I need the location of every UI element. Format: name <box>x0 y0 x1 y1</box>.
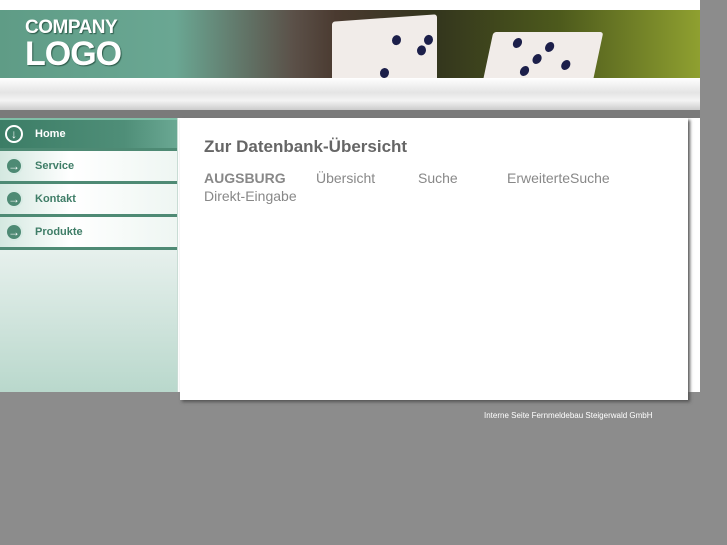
arrow-down-circle-icon: ↓ <box>5 125 23 143</box>
logo-line2: LOGO <box>25 35 122 73</box>
sidebar-item-label: Produkte <box>35 226 83 238</box>
link-direkt-eingabe[interactable]: Direkt-Eingabe <box>204 187 297 205</box>
company-logo[interactable]: COMPANY LOGO <box>25 18 122 73</box>
divider-strip <box>0 110 700 118</box>
sidebar-item-label: Home <box>35 128 66 140</box>
arrow-right-circle-icon: → <box>5 157 23 175</box>
sidebar-item-home[interactable]: ↓ Home <box>0 118 177 151</box>
silver-bar <box>0 78 700 110</box>
sidebar-item-kontakt[interactable]: → Kontakt <box>0 184 177 217</box>
header-banner: COMPANY LOGO <box>0 10 700 78</box>
sidebar-item-service[interactable]: → Service <box>0 151 177 184</box>
link-uebersicht[interactable]: Übersicht <box>316 169 418 187</box>
top-band <box>0 0 700 10</box>
sidebar-nav: ↓ Home → Service → Kontakt → Produkte <box>0 118 178 392</box>
dice-image <box>482 32 604 78</box>
footer-text: Interne Seite Fernmeldebau Steigerwald G… <box>484 411 653 420</box>
link-augsburg[interactable]: AUGSBURG <box>204 169 316 187</box>
sidebar-item-label: Kontakt <box>35 193 76 205</box>
sidebar-item-label: Service <box>35 160 75 172</box>
content-panel: Zur Datenbank-Übersicht AUGSBURG Übersich… <box>180 118 688 400</box>
page-title: Zur Datenbank-Übersicht <box>204 137 408 156</box>
database-links: AUGSBURG Übersicht Suche ErweiterteSuche Di… <box>204 169 664 205</box>
arrow-right-circle-icon: → <box>5 223 23 241</box>
link-suche[interactable]: Suche <box>418 169 507 187</box>
dice-image <box>332 14 437 78</box>
sidebar-item-produkte[interactable]: → Produkte <box>0 217 177 250</box>
link-erweiterte-suche[interactable]: ErweiterteSuche <box>507 169 610 187</box>
arrow-right-circle-icon: → <box>5 190 23 208</box>
